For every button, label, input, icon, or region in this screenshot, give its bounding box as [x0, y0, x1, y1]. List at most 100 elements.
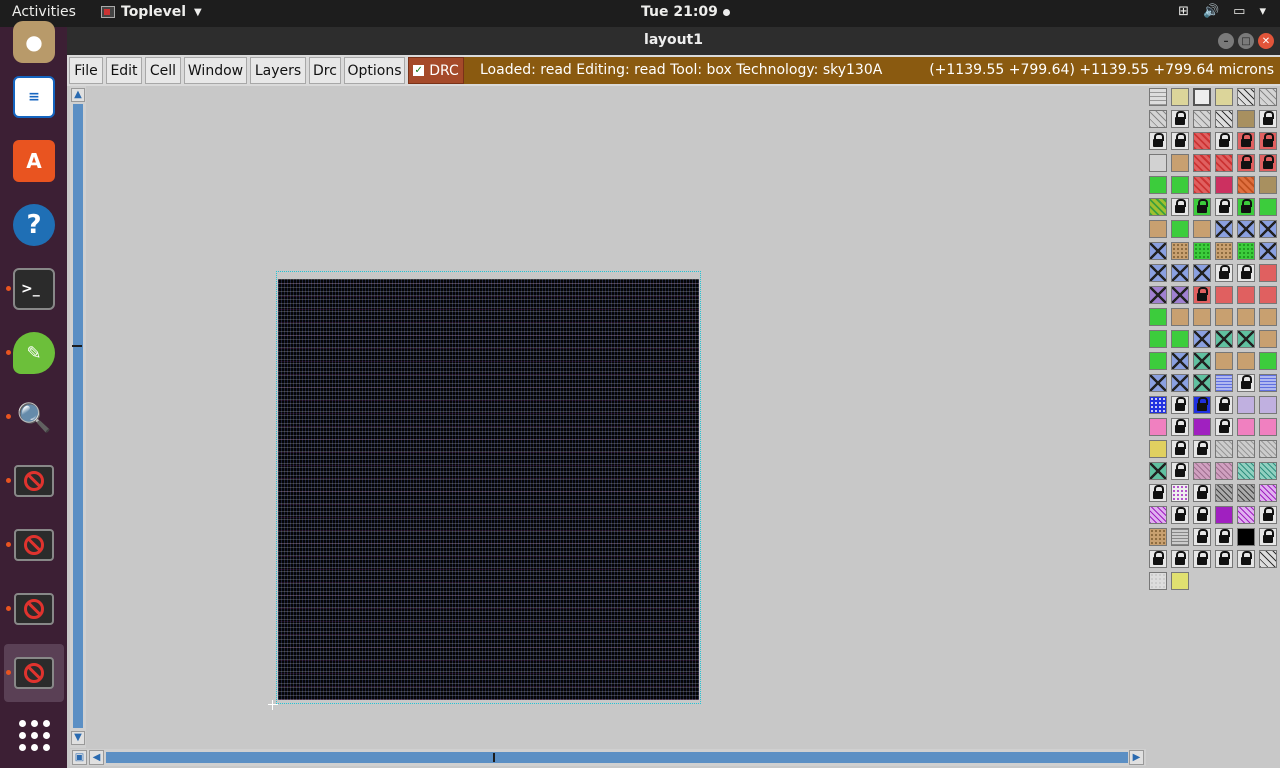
layer-swatch-lock[interactable]: [1193, 550, 1211, 568]
horizontal-scrollbar[interactable]: ▣ ◀ ▶: [70, 749, 1146, 766]
layer-swatch-teal[interactable]: [1237, 462, 1255, 480]
layer-swatch-lock[interactable]: [1171, 550, 1189, 568]
dock-item-speaker[interactable]: ●: [4, 13, 64, 71]
layer-swatch-lock-red[interactable]: [1193, 286, 1211, 304]
layer-swatch-purple-hatch[interactable]: [1149, 506, 1167, 524]
layer-swatch-green[interactable]: [1259, 198, 1277, 216]
layer-swatch-x-blue[interactable]: [1149, 242, 1167, 260]
layer-swatch-lock[interactable]: [1215, 198, 1233, 216]
layer-swatch-tan-dot[interactable]: [1149, 528, 1167, 546]
layer-swatch-purple[interactable]: [1193, 418, 1211, 436]
layer-swatch-grey-x[interactable]: [1259, 440, 1277, 458]
layer-swatch-lock[interactable]: [1171, 462, 1189, 480]
scroll-left-icon[interactable]: ◀: [89, 750, 104, 765]
layer-swatch-green-dot[interactable]: [1193, 242, 1211, 260]
layer-swatch-lock[interactable]: [1259, 110, 1277, 128]
layer-swatch-x-blue[interactable]: [1215, 220, 1233, 238]
dock-item-blocked-3[interactable]: [4, 580, 64, 638]
layer-swatch-green[interactable]: [1259, 352, 1277, 370]
dock-item-software[interactable]: A: [4, 132, 64, 190]
layer-swatch-tan-dot[interactable]: [1171, 242, 1189, 260]
layer-swatch-tan[interactable]: [1215, 352, 1233, 370]
menu-layers[interactable]: Layers: [250, 57, 306, 84]
scroll-down-icon[interactable]: ▼: [71, 731, 85, 745]
layer-swatch-x-teal[interactable]: [1193, 352, 1211, 370]
drc-toggle[interactable]: ✓ DRC: [408, 57, 464, 84]
layer-swatch-grey-dark[interactable]: [1237, 484, 1255, 502]
layer-swatch-lock[interactable]: [1215, 528, 1233, 546]
dock-item-blocked-2[interactable]: [4, 516, 64, 574]
layer-swatch-tan[interactable]: [1149, 220, 1167, 238]
dock-item-blocked-1[interactable]: [4, 452, 64, 510]
layer-swatch-x-blue[interactable]: [1237, 220, 1255, 238]
layer-swatch-grey-wave[interactable]: [1171, 528, 1189, 546]
layer-swatch-x-blue[interactable]: [1259, 220, 1277, 238]
menu-file[interactable]: File: [69, 57, 103, 84]
layer-swatch-lock[interactable]: [1215, 418, 1233, 436]
layer-swatch-tan[interactable]: [1259, 308, 1277, 326]
layer-swatch-lock[interactable]: [1171, 396, 1189, 414]
layer-swatch-green[interactable]: [1149, 330, 1167, 348]
layer-swatch-lock-red[interactable]: [1237, 132, 1255, 150]
layer-swatch-green[interactable]: [1171, 220, 1189, 238]
show-applications-button[interactable]: [4, 706, 64, 764]
layer-swatch-salmon[interactable]: [1259, 286, 1277, 304]
layout-cell-geometry[interactable]: [276, 271, 701, 704]
dock-item-terminal[interactable]: >_: [4, 260, 64, 318]
layer-swatch-x-blue[interactable]: [1193, 330, 1211, 348]
layer-swatch-olive[interactable]: [1237, 110, 1255, 128]
layer-swatch-green[interactable]: [1171, 330, 1189, 348]
layer-swatch-tan[interactable]: [1259, 330, 1277, 348]
horizontal-scroll-track[interactable]: [106, 752, 1128, 763]
layer-swatch-salmon[interactable]: [1237, 286, 1255, 304]
layer-swatch-pink[interactable]: [1149, 418, 1167, 436]
layer-swatch-lavender[interactable]: [1237, 396, 1255, 414]
maximize-icon[interactable]: □: [1238, 33, 1254, 49]
layer-swatch-tan[interactable]: [1193, 220, 1211, 238]
layer-swatch-mauve[interactable]: [1215, 462, 1233, 480]
layer-swatch-lock[interactable]: [1215, 132, 1233, 150]
dock-item-text-editor[interactable]: ✎: [4, 324, 64, 382]
menu-options[interactable]: Options: [344, 57, 405, 84]
layer-swatch-lock-red[interactable]: [1237, 154, 1255, 172]
layer-swatch-tan[interactable]: [1171, 154, 1189, 172]
layer-swatch-purple-hatch[interactable]: [1259, 484, 1277, 502]
menu-window[interactable]: Window: [184, 57, 247, 84]
layer-swatch-lock[interactable]: [1171, 418, 1189, 436]
layer-swatch-tan[interactable]: [1237, 308, 1255, 326]
layer-swatch-orange[interactable]: [1237, 176, 1255, 194]
layer-swatch-lock-red[interactable]: [1259, 154, 1277, 172]
layer-swatch-pink[interactable]: [1259, 418, 1277, 436]
system-tray[interactable]: ⊞ 🔊 ▭ ▾: [1178, 4, 1266, 19]
layer-swatch-hatch-grey[interactable]: [1193, 110, 1211, 128]
layer-swatch-magenta[interactable]: [1215, 176, 1233, 194]
layer-swatch-purple[interactable]: [1215, 506, 1233, 524]
layer-swatch-hatch-dark[interactable]: [1237, 88, 1255, 106]
layer-swatch-red[interactable]: [1193, 154, 1211, 172]
menu-drc[interactable]: Drc: [309, 57, 341, 84]
layer-swatch-green[interactable]: [1149, 352, 1167, 370]
layer-swatch-lock[interactable]: [1237, 374, 1255, 392]
menu-cell[interactable]: Cell: [145, 57, 181, 84]
layer-swatch-hatch-dark[interactable]: [1215, 110, 1233, 128]
layer-swatch-green-hatch[interactable]: [1149, 198, 1167, 216]
layer-swatch-lock[interactable]: [1171, 440, 1189, 458]
vertical-scroll-track[interactable]: [73, 104, 83, 728]
layer-swatch-hatch-grey[interactable]: [1259, 88, 1277, 106]
layer-swatch-x-blue[interactable]: [1149, 264, 1167, 282]
menu-edit[interactable]: Edit: [106, 57, 142, 84]
layer-swatch-lock[interactable]: [1149, 550, 1167, 568]
layer-swatch-lock[interactable]: [1171, 506, 1189, 524]
layer-swatch-pink[interactable]: [1237, 418, 1255, 436]
layer-swatch-tan-light[interactable]: [1215, 88, 1233, 106]
layer-swatch-olive[interactable]: [1259, 176, 1277, 194]
layer-swatch-teal[interactable]: [1259, 462, 1277, 480]
layer-swatch-grey-light[interactable]: [1149, 154, 1167, 172]
layer-swatch-lock-blue[interactable]: [1193, 396, 1211, 414]
layer-swatch-salmon[interactable]: [1259, 264, 1277, 282]
layer-swatch-lock[interactable]: [1193, 440, 1211, 458]
layer-swatch-red[interactable]: [1193, 132, 1211, 150]
layer-swatch-lock[interactable]: [1171, 198, 1189, 216]
layer-swatch-lock-green[interactable]: [1193, 198, 1211, 216]
zoom-box-icon[interactable]: ▣: [72, 750, 87, 765]
